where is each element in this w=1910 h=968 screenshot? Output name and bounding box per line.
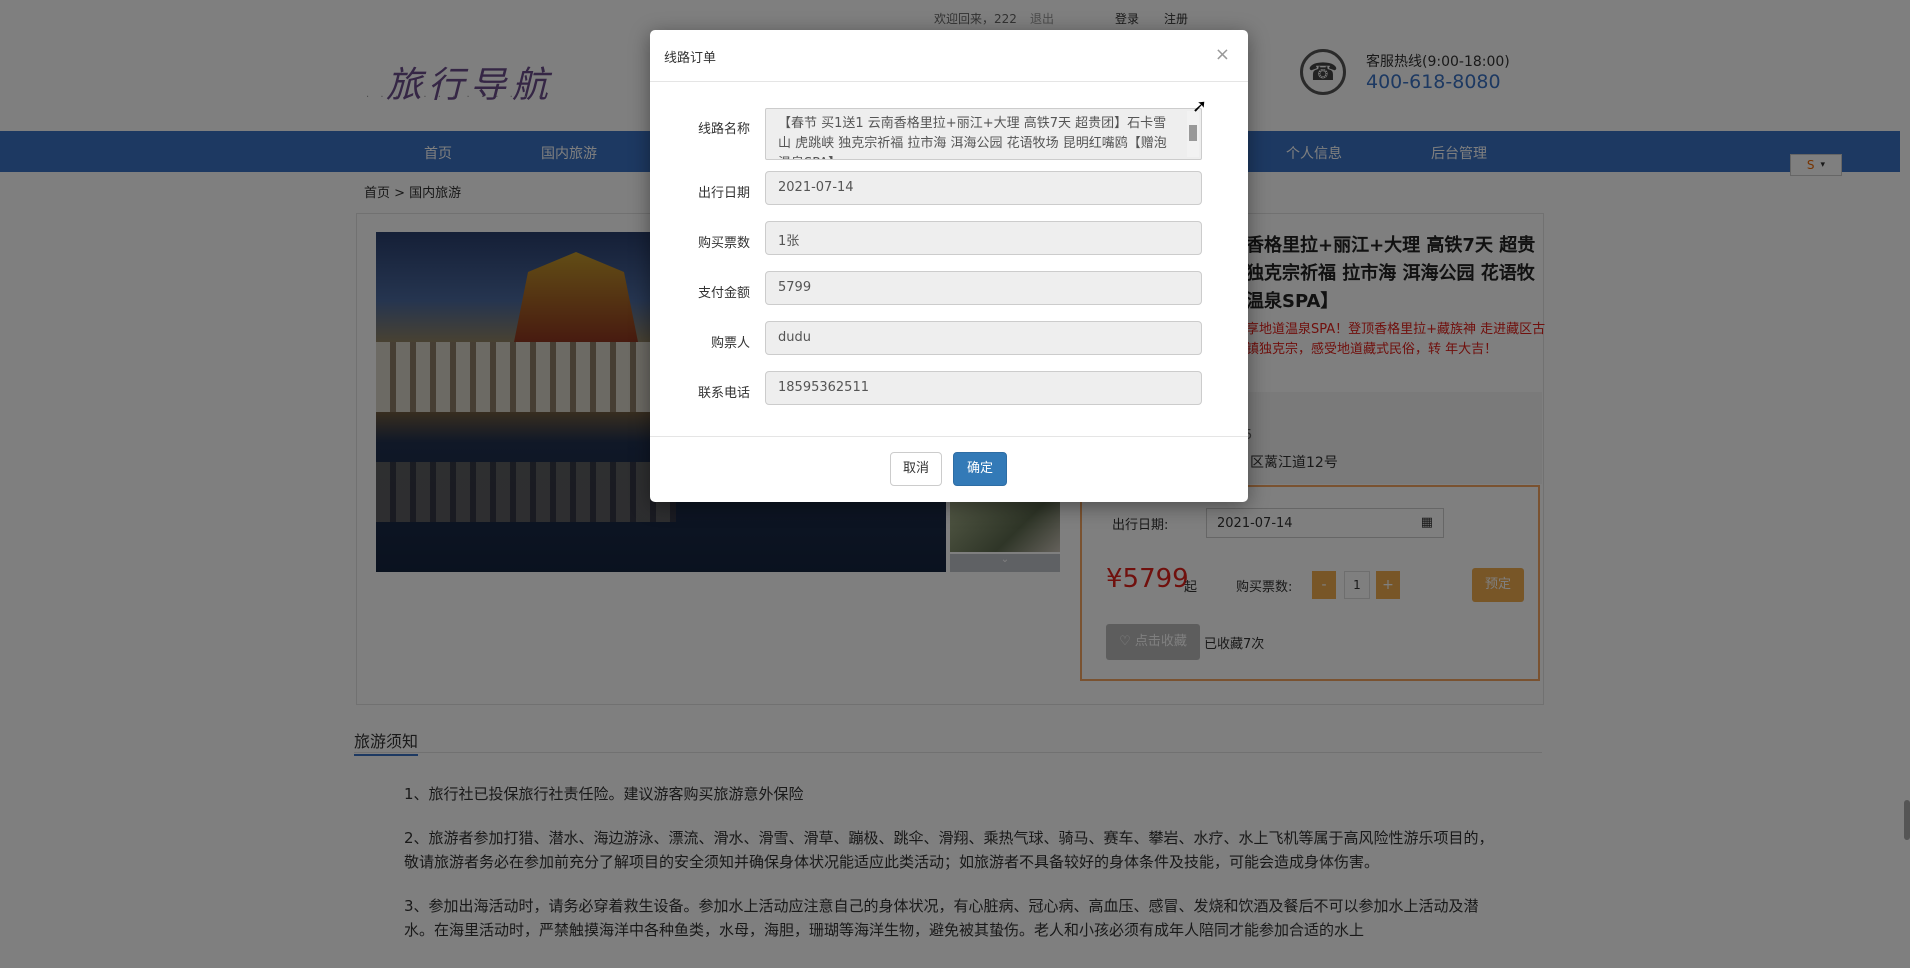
- buyer-field[interactable]: dudu: [765, 321, 1202, 355]
- order-modal: 线路订单 × 线路名称 【春节 买1送1 云南香格里拉+丽江+大理 高铁7天 超…: [650, 30, 1248, 502]
- mouse-cursor-icon: ➚: [1192, 96, 1208, 117]
- route-value: 【春节 买1送1 云南香格里拉+丽江+大理 高铁7天 超贵团】石卡雪山 虎跳峡 …: [778, 116, 1167, 159]
- date-label: 出行日期: [697, 186, 750, 201]
- modal-title: 线路订单: [664, 51, 717, 66]
- buyer-label: 购票人: [710, 336, 750, 351]
- close-icon[interactable]: ×: [1215, 44, 1230, 65]
- phone-label: 联系电话: [697, 386, 750, 401]
- tickets-field[interactable]: 1张: [765, 221, 1202, 255]
- route-textarea[interactable]: 【春节 买1送1 云南香格里拉+丽江+大理 高铁7天 超贵团】石卡雪山 虎跳峡 …: [765, 108, 1202, 160]
- modal-header: 线路订单 ×: [650, 30, 1248, 82]
- page-scrollbar[interactable]: [1904, 800, 1910, 840]
- amount-label: 支付金额: [697, 286, 750, 301]
- route-scrollbar[interactable]: [1187, 111, 1199, 157]
- amount-field[interactable]: 5799: [765, 271, 1202, 305]
- route-label: 线路名称: [697, 122, 750, 137]
- tickets-label: 购买票数: [697, 236, 750, 251]
- cancel-button[interactable]: 取消: [890, 452, 942, 486]
- confirm-button[interactable]: 确定: [953, 452, 1007, 486]
- date-field[interactable]: 2021-07-14: [765, 171, 1202, 205]
- phone-field[interactable]: 18595362511: [765, 371, 1202, 405]
- modal-footer-divider: [650, 436, 1248, 437]
